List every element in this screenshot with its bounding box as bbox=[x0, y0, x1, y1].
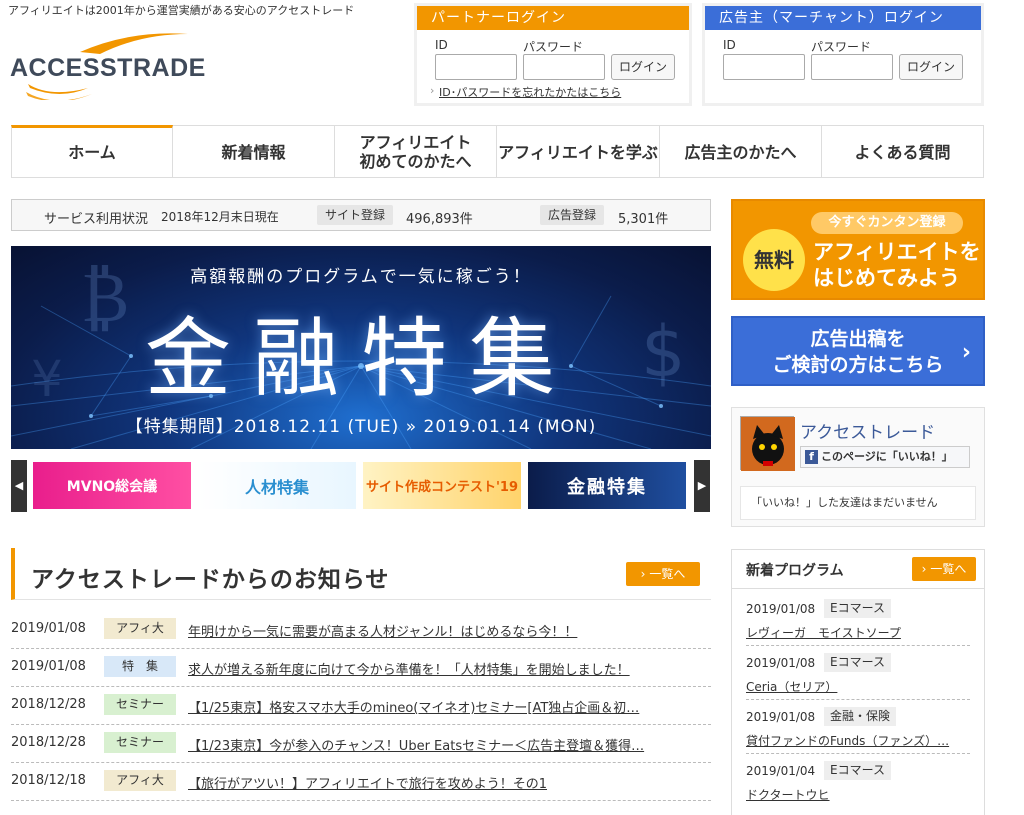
news-category: セミナー bbox=[104, 694, 176, 715]
program-item: 2019/01/08 金融・保険 貸付ファンドのFunds（ファンズ）… bbox=[746, 702, 970, 754]
news-link[interactable]: 求人が増える新年度に向けて今から準備を！「人材特集」を開始しました！ bbox=[188, 659, 630, 678]
news-category: アフィ大 bbox=[104, 618, 176, 639]
service-status-bar: サービス利用状況 2018年12月末日現在 サイト登録 496,893件 広告登… bbox=[11, 199, 711, 231]
ad-count-value: 5,301件 bbox=[618, 212, 669, 227]
news-header: アクセストレードからのお知らせ 一覧へ bbox=[11, 548, 711, 600]
partner-id-input[interactable] bbox=[435, 54, 517, 80]
site-count-label: サイト登録 bbox=[317, 205, 394, 225]
news-date: 2019/01/08 bbox=[11, 659, 86, 674]
merchant-password-label: パスワード bbox=[811, 40, 872, 54]
nav-news[interactable]: 新着情報 bbox=[173, 126, 335, 178]
ad-count-label: 広告登録 bbox=[540, 205, 605, 225]
program-category: Eコマース bbox=[824, 599, 891, 618]
news-date: 2018/12/28 bbox=[11, 735, 86, 750]
news-item: 2018/12/28 セミナー 【1/25東京】格安スマホ大手のmineo(マイ… bbox=[11, 686, 711, 725]
partner-login-title: パートナーログイン bbox=[417, 6, 689, 30]
merchant-login-button[interactable]: ログイン bbox=[899, 54, 963, 80]
program-date: 2019/01/08 bbox=[746, 710, 816, 724]
nav-faq[interactable]: よくある質問 bbox=[822, 126, 984, 178]
advertiser-cta-button[interactable]: 広告出稿を ご検討の方はこちら › bbox=[731, 316, 985, 386]
free-badge: 無料 bbox=[743, 229, 805, 291]
chevron-right-icon: › bbox=[961, 340, 971, 365]
news-category: 特 集 bbox=[104, 656, 176, 677]
facebook-page-name[interactable]: アクセストレード bbox=[800, 418, 935, 443]
nav-advertisers[interactable]: 広告主のかたへ bbox=[660, 126, 822, 178]
chevron-right-icon[interactable]: ▶ bbox=[694, 460, 710, 512]
news-link[interactable]: 【1/25東京】格安スマホ大手のmineo(マイネオ)セミナー[AT独占企画＆初… bbox=[188, 697, 639, 716]
status-as-of: 2018年12月末日現在 bbox=[161, 210, 279, 224]
program-category: Eコマース bbox=[824, 761, 891, 780]
facebook-like-button[interactable]: このページに「いいね！」 bbox=[800, 446, 970, 468]
merchant-password-input[interactable] bbox=[811, 54, 893, 80]
site-tagline: アフィリエイトは2001年から運営実績がある安心のアクセストレード bbox=[8, 4, 355, 17]
banner-subtitle: 高額報酬のプログラムで一気に稼ごう！ bbox=[190, 267, 532, 287]
news-category: セミナー bbox=[104, 732, 176, 753]
program-link[interactable]: 貸付ファンドのFunds（ファンズ）… bbox=[746, 732, 949, 749]
register-pill: 今すぐカンタン登録 bbox=[811, 212, 963, 234]
partner-id-label: ID bbox=[435, 38, 448, 52]
register-cta-button[interactable]: 今すぐカンタン登録 無料 アフィリエイトを はじめてみよう bbox=[731, 199, 985, 300]
accesstrade-logo[interactable]: ACCESSTRADE bbox=[10, 28, 210, 100]
thumb-site-contest[interactable]: サイト作成コンテスト'19 bbox=[363, 462, 521, 509]
news-item: 2018/12/18 アフィ大 【旅行がアツい！】アフィリエイトで旅行を攻めよう… bbox=[11, 762, 711, 801]
partner-login-box: パートナーログイン ID パスワード ログイン ID･パスワードを忘れたかたはこ… bbox=[414, 3, 692, 106]
nav-home[interactable]: ホーム bbox=[11, 125, 173, 177]
program-item: 2019/01/04 Eコマース ドクタートウヒ bbox=[746, 756, 970, 808]
merchant-login-title: 広告主（マーチャント）ログイン bbox=[705, 6, 981, 30]
new-programs-panel: 新着プログラム 一覧へ 2019/01/08 Eコマース レヴィーガ モイストソ… bbox=[731, 549, 985, 815]
thumb-jinzai[interactable]: 人材特集 bbox=[198, 462, 356, 509]
cat-avatar-icon[interactable] bbox=[740, 416, 795, 471]
thumb-finance[interactable]: 金融特集 bbox=[528, 462, 686, 509]
program-date: 2019/01/08 bbox=[746, 602, 816, 616]
merchant-id-label: ID bbox=[723, 38, 736, 52]
news-date: 2018/12/18 bbox=[11, 773, 86, 788]
merchant-login-box: 広告主（マーチャント）ログイン ID パスワード ログイン bbox=[702, 3, 984, 106]
program-category: Eコマース bbox=[824, 653, 891, 672]
news-link[interactable]: 【旅行がアツい！】アフィリエイトで旅行を攻めよう！その1 bbox=[188, 773, 547, 792]
program-item: 2019/01/08 Eコマース Ceria（セリア） bbox=[746, 648, 970, 700]
news-item: 2019/01/08 特 集 求人が増える新年度に向けて今から準備を！「人材特集… bbox=[11, 648, 711, 687]
merchant-id-input[interactable] bbox=[723, 54, 805, 80]
program-date: 2019/01/04 bbox=[746, 764, 816, 778]
program-date: 2019/01/08 bbox=[746, 656, 816, 670]
status-title: サービス利用状況 bbox=[44, 212, 149, 227]
news-link[interactable]: 年明けから一気に需要が高まる人材ジャンル！はじめるなら今！！ bbox=[188, 621, 577, 640]
partner-password-label: パスワード bbox=[523, 40, 584, 54]
news-link[interactable]: 【1/23東京】今が参入のチャンス！Uber Eatsセミナー＜広告主登壇＆獲得… bbox=[188, 735, 644, 754]
chevron-left-icon[interactable]: ◀ bbox=[11, 460, 27, 512]
news-item: 2018/12/28 セミナー 【1/23東京】今が参入のチャンス！Uber E… bbox=[11, 724, 711, 763]
program-category: 金融・保険 bbox=[824, 707, 897, 726]
partner-login-button[interactable]: ログイン bbox=[611, 54, 675, 80]
news-item: 2019/01/08 アフィ大 年明けから一気に需要が高まる人材ジャンル！はじめ… bbox=[11, 610, 711, 649]
program-item: 2019/01/08 Eコマース レヴィーガ モイストソープ bbox=[746, 594, 970, 646]
news-date: 2018/12/28 bbox=[11, 697, 86, 712]
forgot-password-link[interactable]: ID･パスワードを忘れたかたはこちら bbox=[430, 84, 621, 100]
main-nav: ホーム 新着情報 アフィリエイト 初めてのかたへ アフィリエイトを学ぶ 広告主の… bbox=[11, 125, 984, 178]
register-cta-text: アフィリエイトを はじめてみよう bbox=[813, 240, 981, 290]
program-link[interactable]: レヴィーガ モイストソープ bbox=[746, 624, 901, 641]
news-more-button[interactable]: 一覧へ bbox=[626, 562, 700, 586]
program-link[interactable]: Ceria（セリア） bbox=[746, 678, 837, 695]
facebook-no-friends: 「いいね！」した友達はまだいません bbox=[740, 486, 976, 520]
news-title: アクセストレードからのお知らせ bbox=[31, 567, 390, 593]
news-category: アフィ大 bbox=[104, 770, 176, 791]
nav-learn[interactable]: アフィリエイトを学ぶ bbox=[497, 126, 660, 178]
news-date: 2019/01/08 bbox=[11, 621, 86, 636]
programs-more-button[interactable]: 一覧へ bbox=[912, 557, 976, 581]
facebook-widget: アクセストレード このページに「いいね！」 「いいね！」した友達はまだいません bbox=[731, 407, 985, 527]
banner-title: 金融特集 bbox=[145, 309, 577, 409]
partner-password-input[interactable] bbox=[523, 54, 605, 80]
logo-text: ACCESSTRADE bbox=[10, 54, 206, 82]
advertiser-cta-text: 広告出稿を ご検討の方はこちら bbox=[772, 328, 944, 376]
thumb-mvno[interactable]: MVNO総会議 bbox=[33, 462, 191, 509]
banner-period: 【特集期間】2018.12.11 (TUE) » 2019.01.14 (MON… bbox=[125, 417, 597, 437]
new-programs-title: 新着プログラム bbox=[746, 563, 844, 579]
finance-feature-banner[interactable]: ₿ $ ¥ 高額報酬のプログラムで一気に稼ごう！ 金融特集 【特集期間】2018… bbox=[11, 246, 711, 449]
program-link[interactable]: ドクタートウヒ bbox=[746, 786, 830, 803]
site-count-value: 496,893件 bbox=[406, 212, 473, 227]
feature-carousel: ◀ MVNO総会議 人材特集 サイト作成コンテスト'19 金融特集 ▶ bbox=[11, 460, 711, 512]
nav-beginners[interactable]: アフィリエイト 初めてのかたへ bbox=[335, 126, 497, 178]
